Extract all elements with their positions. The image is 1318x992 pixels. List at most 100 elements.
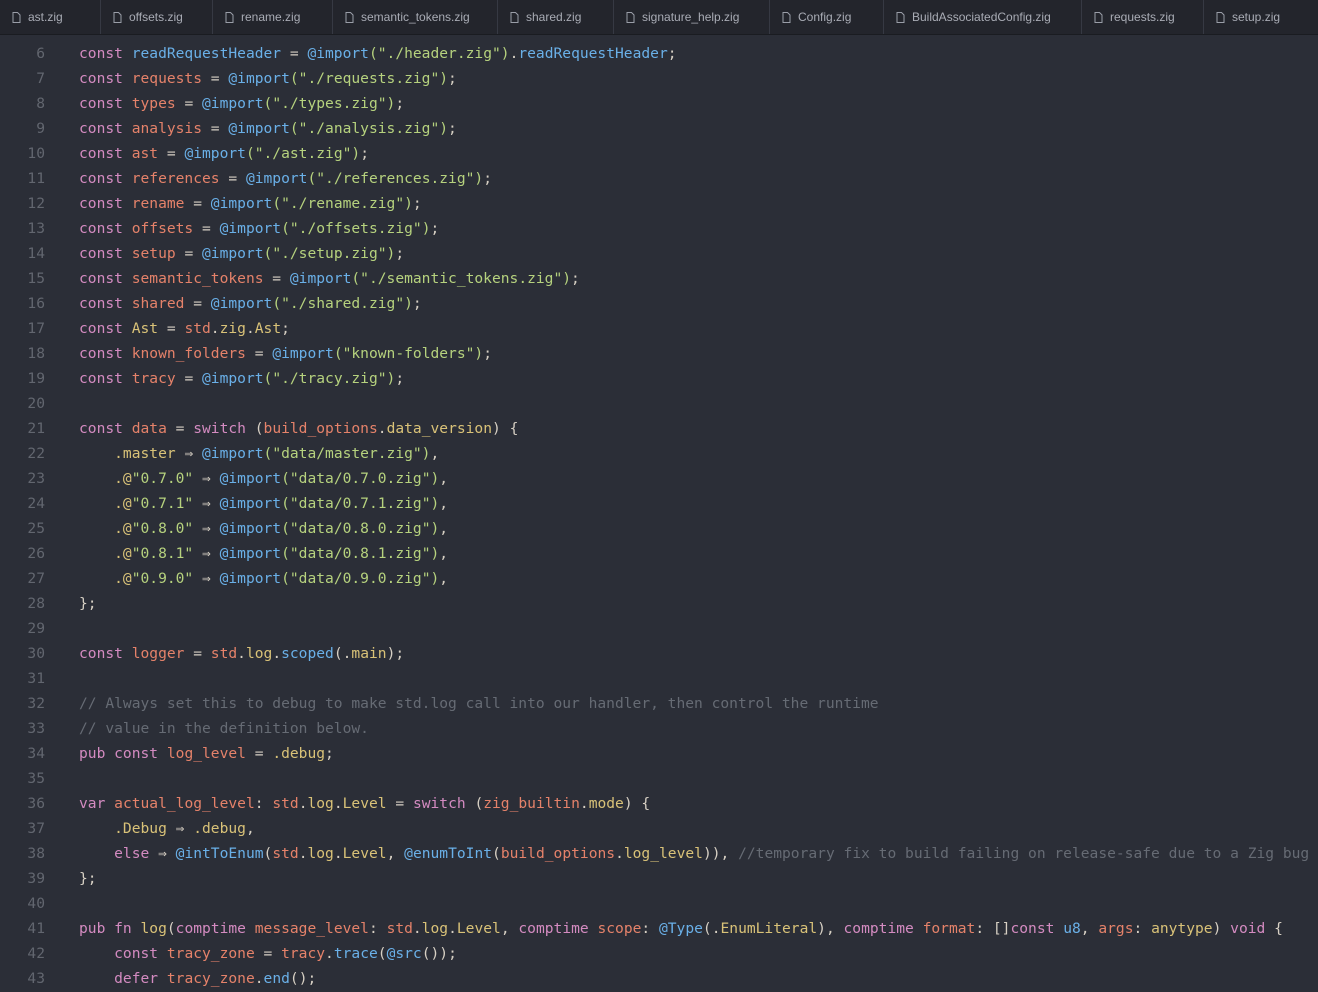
code-token: offsets xyxy=(131,220,194,237)
code-text: const known_folders = @import("known-fol… xyxy=(79,345,492,362)
code-token: u8 xyxy=(1063,920,1081,937)
code-line[interactable]: 24 .@"0.7.1" ⇒ @import("data/0.7.1.zig")… xyxy=(0,491,1318,516)
code-token: const xyxy=(79,345,132,362)
code-line[interactable]: 28}; xyxy=(0,591,1318,616)
tab-requests-zig[interactable]: requests.zig xyxy=(1082,0,1204,34)
code-token: , xyxy=(245,820,255,837)
code-line[interactable]: 41 pub fn log(comptime message_level: std… xyxy=(0,916,1318,941)
line-number: 37 xyxy=(27,820,45,837)
code-token: , xyxy=(439,545,449,562)
code-line[interactable]: 11 const references = @import("./referenc… xyxy=(0,166,1318,191)
tab-semantic-tokens-zig[interactable]: semantic_tokens.zig xyxy=(333,0,498,34)
code-token: = xyxy=(175,95,203,112)
tab-offsets-zig[interactable]: offsets.zig xyxy=(101,0,213,34)
tab-shared-zig[interactable]: shared.zig xyxy=(498,0,614,34)
code-line[interactable]: 13 const offsets = @import("./offsets.zig… xyxy=(0,216,1318,241)
code-line[interactable]: 32 // Always set this to debug to make st… xyxy=(0,691,1318,716)
code-token: build_options xyxy=(500,845,616,862)
code-line[interactable]: 33 // value in the definition below. xyxy=(0,716,1318,741)
tab-config-zig[interactable]: Config.zig xyxy=(770,0,884,34)
code-token: ( xyxy=(465,795,484,812)
code-line[interactable]: 26 .@"0.8.1" ⇒ @import("data/0.8.1.zig")… xyxy=(0,541,1318,566)
code-line[interactable]: 25 .@"0.8.0" ⇒ @import("data/0.8.0.zig")… xyxy=(0,516,1318,541)
code-line[interactable]: 39}; xyxy=(0,866,1318,891)
tab-signature-help-zig[interactable]: signature_help.zig xyxy=(614,0,770,34)
tab-setup-zig[interactable]: setup.zig xyxy=(1204,0,1318,34)
tab-rename-zig[interactable]: rename.zig xyxy=(213,0,333,34)
code-line[interactable]: 19 const tracy = @import("./tracy.zig"); xyxy=(0,366,1318,391)
code-line[interactable]: 20 xyxy=(0,391,1318,416)
code-line[interactable]: 12 const rename = @import("./rename.zig")… xyxy=(0,191,1318,216)
line-number: 25 xyxy=(27,520,45,537)
code-token: @import xyxy=(219,495,282,512)
code-token: "0.8.1" xyxy=(131,545,194,562)
code-token: ⇒ xyxy=(193,545,220,562)
code-token: scope xyxy=(597,920,642,937)
code-token: tracy_zone xyxy=(166,970,255,987)
code-token: pub const xyxy=(79,745,167,762)
code-token: log_level xyxy=(623,845,703,862)
tab-ast-zig[interactable]: ast.zig xyxy=(0,0,101,34)
code-line[interactable]: 8 const types = @import("./types.zig"); xyxy=(0,91,1318,116)
code-text: pub const log_level = .debug; xyxy=(79,745,334,762)
code-line[interactable]: 30 const logger = std.log.scoped(.main); xyxy=(0,641,1318,666)
code-line[interactable]: 15 const semantic_tokens = @import("./sem… xyxy=(0,266,1318,291)
code-line[interactable]: 17 const Ast = std.zig.Ast; xyxy=(0,316,1318,341)
code-token: , xyxy=(500,920,519,937)
code-line[interactable]: 21 const data = switch (build_options.dat… xyxy=(0,416,1318,441)
code-line[interactable]: 6 const readRequestHeader = @import("./he… xyxy=(0,41,1318,66)
code-token: ; xyxy=(325,745,334,762)
code-token: = xyxy=(245,345,273,362)
code-line[interactable]: 31 xyxy=(0,666,1318,691)
code-token: ("./semantic_tokens.zig") xyxy=(351,270,572,287)
code-token: ⇒ xyxy=(193,495,220,512)
code-text: const setup = @import("./setup.zig"); xyxy=(79,245,404,262)
code-token: ("./tracy.zig") xyxy=(263,370,396,387)
code-token: .@ xyxy=(79,520,132,537)
code-line[interactable]: 7 const requests = @import("./requests.zi… xyxy=(0,66,1318,91)
code-token: zig xyxy=(219,320,246,337)
code-line[interactable]: 10 const ast = @import("./ast.zig"); xyxy=(0,141,1318,166)
code-token: : xyxy=(254,795,273,812)
code-line[interactable]: 40 xyxy=(0,891,1318,916)
code-text: const offsets = @import("./offsets.zig")… xyxy=(79,220,439,237)
code-line[interactable]: 43 defer tracy_zone.end(); xyxy=(0,966,1318,991)
tab-label: setup.zig xyxy=(1232,10,1281,24)
code-line[interactable]: 35 xyxy=(0,766,1318,791)
code-token: log xyxy=(421,920,449,937)
code-text: defer tracy_zone.end(); xyxy=(79,970,316,987)
code-token: ; xyxy=(430,220,440,237)
code-line[interactable]: 42 const tracy_zone = tracy.trace(@src()… xyxy=(0,941,1318,966)
code-token: format xyxy=(922,920,976,937)
code-line[interactable]: 29 xyxy=(0,616,1318,641)
code-line[interactable]: 34 pub const log_level = .debug; xyxy=(0,741,1318,766)
code-text: .@"0.8.0" ⇒ @import("data/0.8.0.zig"), xyxy=(79,520,448,537)
code-editor[interactable]: 6 const readRequestHeader = @import("./he… xyxy=(0,41,1318,992)
line-number: 29 xyxy=(27,620,45,637)
code-token: (. xyxy=(333,645,352,662)
tab-build-associated-config-zig[interactable]: BuildAssociatedConfig.zig xyxy=(884,0,1082,34)
line-number: 42 xyxy=(27,945,45,962)
line-number: 20 xyxy=(27,395,45,412)
code-token: = xyxy=(175,245,203,262)
code-line[interactable]: 14 const setup = @import("./setup.zig"); xyxy=(0,241,1318,266)
code-line[interactable]: 9 const analysis = @import("./analysis.zi… xyxy=(0,116,1318,141)
code-line[interactable]: 27 .@"0.9.0" ⇒ @import("data/0.9.0.zig")… xyxy=(0,566,1318,591)
code-token: .Debug xyxy=(79,820,167,837)
code-text: .@"0.9.0" ⇒ @import("data/0.9.0.zig"), xyxy=(79,570,448,587)
code-token: tracy xyxy=(281,945,326,962)
code-line[interactable]: 38 else ⇒ @intToEnum(std.log.Level, @enu… xyxy=(0,841,1318,866)
code-token: = xyxy=(166,420,194,437)
code-token: @import xyxy=(307,45,369,62)
code-line[interactable]: 16 const shared = @import("./shared.zig")… xyxy=(0,291,1318,316)
code-line[interactable]: 37 .Debug ⇒ .debug, xyxy=(0,816,1318,841)
line-number: 22 xyxy=(27,445,45,462)
code-line[interactable]: 22 .master ⇒ @import("data/master.zig"), xyxy=(0,441,1318,466)
code-text: const references = @import("./references… xyxy=(79,170,492,187)
file-icon xyxy=(626,11,636,23)
code-line[interactable]: 23 .@"0.7.0" ⇒ @import("data/0.7.0.zig")… xyxy=(0,466,1318,491)
code-line[interactable]: 18 const known_folders = @import("known-f… xyxy=(0,341,1318,366)
code-token: ("known-folders") xyxy=(333,345,484,362)
code-line[interactable]: 36 var actual_log_level: std.log.Level = … xyxy=(0,791,1318,816)
code-text: const analysis = @import("./analysis.zig… xyxy=(79,120,457,137)
